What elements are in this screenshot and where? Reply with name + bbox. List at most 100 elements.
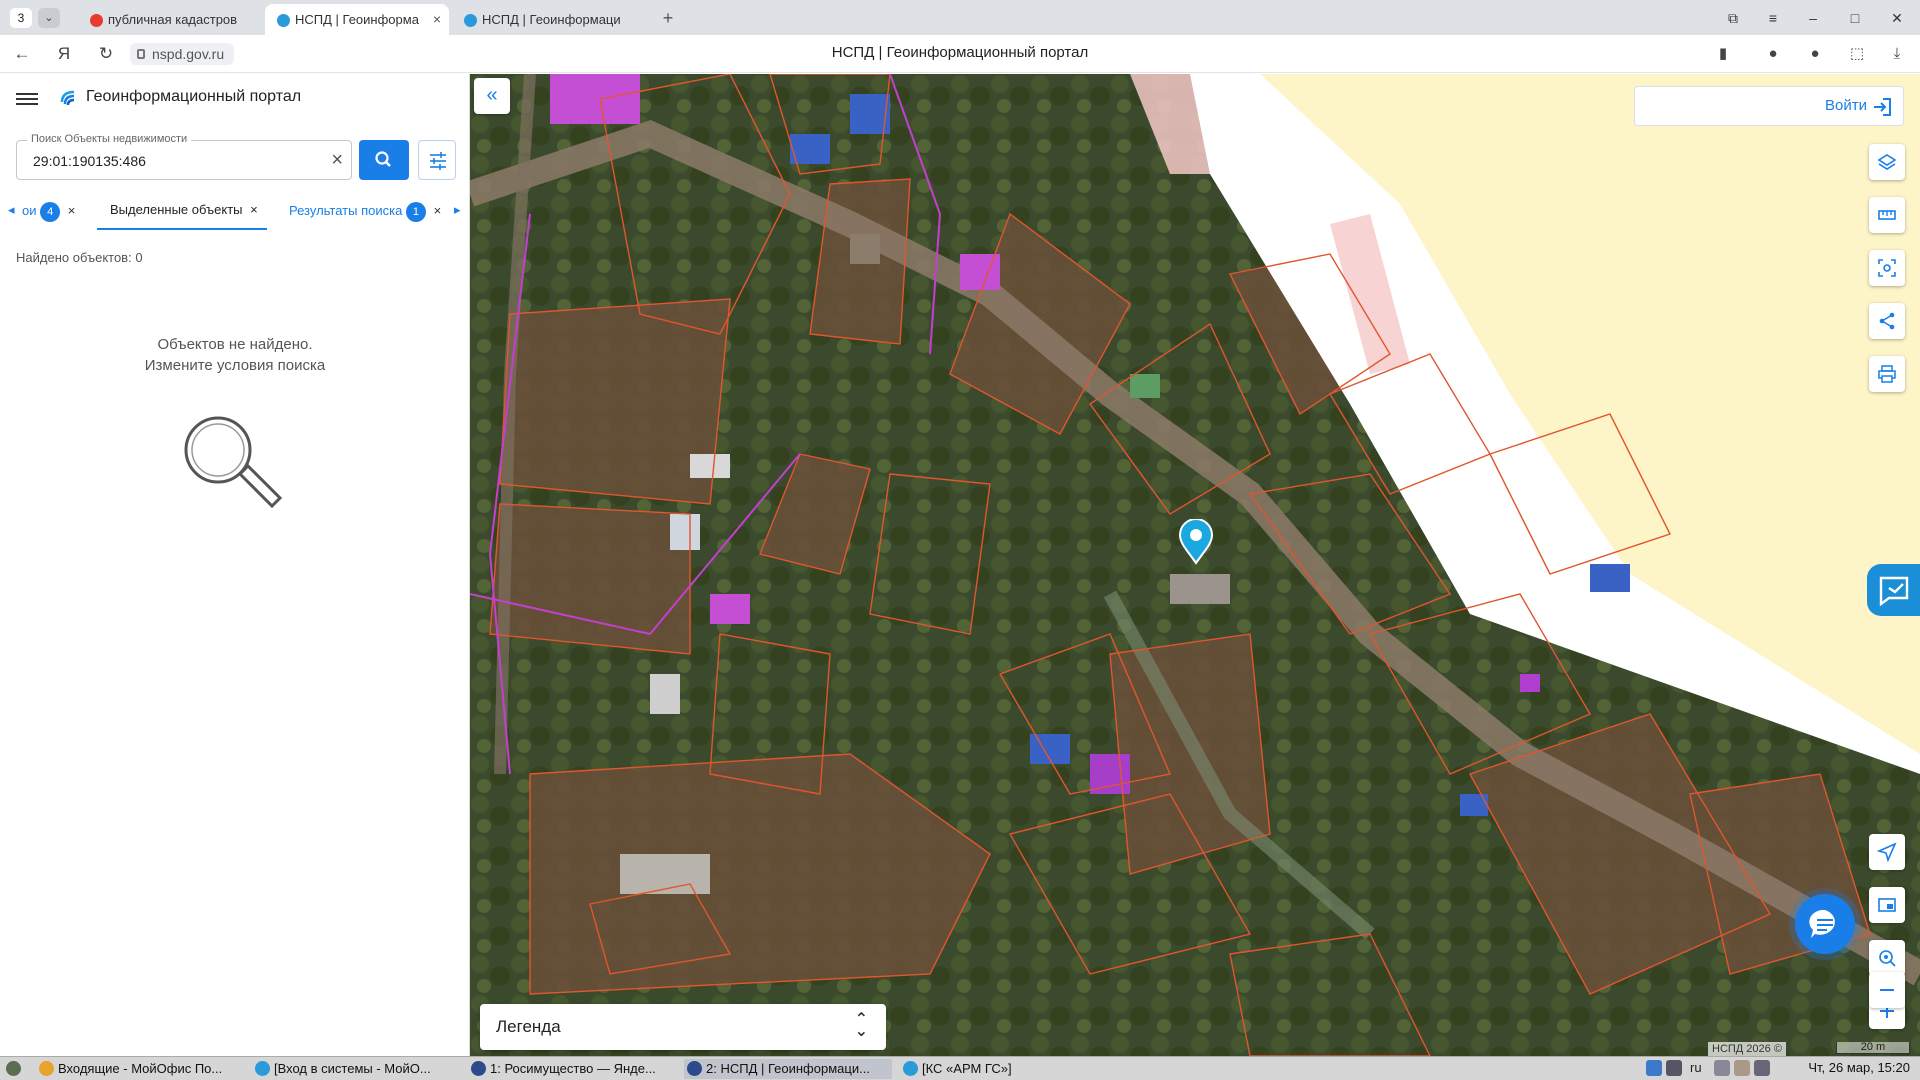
- zoom-out-button[interactable]: [1869, 972, 1905, 1008]
- taskbar-item-login[interactable]: [Вход в системы - МойО...: [252, 1059, 460, 1079]
- tab-search-results[interactable]: Результаты поиска 1 ×: [289, 202, 441, 222]
- browser-tab-3[interactable]: НСПД | Геоинформаци: [452, 4, 636, 35]
- share-icon: [1879, 312, 1895, 330]
- reload-icon[interactable]: ↻: [94, 43, 118, 65]
- zoom-out-icon: [1880, 989, 1894, 991]
- tab-layers[interactable]: ои 4 ×: [22, 202, 75, 222]
- back-icon[interactable]: ←: [10, 43, 34, 65]
- tab-label: Выделенные объекты: [110, 202, 243, 217]
- print-button[interactable]: [1869, 356, 1905, 392]
- locate-button[interactable]: [1869, 834, 1905, 870]
- search-input[interactable]: Поиск Объекты недвижимости 29:01:190135:…: [16, 133, 352, 180]
- portal-logo-icon: [60, 90, 75, 106]
- search-icon: [375, 151, 391, 167]
- bookmark-icon[interactable]: ▮: [1712, 44, 1734, 64]
- downloads-icon[interactable]: ⤓: [1886, 44, 1908, 64]
- nspd-favicon-icon: [277, 14, 290, 27]
- os-taskbar: Входящие - МойОфис По... [Вход в системы…: [0, 1056, 1920, 1080]
- extension-icon-1[interactable]: ●: [1762, 44, 1784, 64]
- tab-title: НСПД | Геоинформаци: [482, 12, 621, 27]
- filter-button[interactable]: [418, 140, 456, 180]
- map-view[interactable]: « Войти Легенда ⌃ ⌄ НСПД 2026 © 20 m: [470, 74, 1920, 1056]
- search-button[interactable]: [359, 140, 409, 180]
- menu-icon[interactable]: [16, 90, 38, 108]
- tab-close-icon[interactable]: ×: [433, 4, 441, 35]
- print-icon: [1878, 365, 1896, 383]
- tabs-scroll-right-icon[interactable]: ▸: [454, 202, 461, 218]
- scale-bar: 20 m: [1836, 1042, 1910, 1054]
- address-bar: ← Я ↻ nspd.gov.ru НСПД | Геоинформационн…: [0, 35, 1920, 73]
- bookmarks-panel-icon[interactable]: ⧉: [1720, 7, 1746, 29]
- clear-search-icon[interactable]: ×: [331, 149, 343, 171]
- url-text: nspd.gov.ru: [152, 46, 225, 62]
- satellite-map[interactable]: [470, 74, 1920, 1056]
- extension-icon-2[interactable]: ●: [1804, 44, 1826, 64]
- taskbar-item-browser-2[interactable]: 2: НСПД | Геоинформаци...: [684, 1059, 892, 1079]
- search-label: Поиск Объекты недвижимости: [27, 133, 192, 145]
- taskbar-item-arm[interactable]: [КС «АРМ ГС»]: [900, 1059, 1108, 1079]
- clipboard-icon[interactable]: [1734, 1060, 1750, 1076]
- nspd-favicon-icon: [464, 14, 477, 27]
- browser-tab-1[interactable]: публичная кадастров: [78, 4, 262, 35]
- location-pin-icon[interactable]: [1178, 519, 1214, 565]
- empty-line-2: Измените условия поиска: [144, 357, 326, 374]
- tab-close-icon[interactable]: ×: [68, 203, 76, 218]
- tab-label: ои: [22, 203, 37, 218]
- extensions-icon[interactable]: ⬚: [1846, 44, 1868, 64]
- taskbar-item-label: 1: Росимущество — Янде...: [490, 1061, 656, 1076]
- minimap-icon: [1878, 898, 1896, 912]
- login-label: Войти: [1825, 97, 1867, 114]
- tab-badge: 4: [40, 202, 61, 222]
- copyright: НСПД 2026 ©: [1708, 1042, 1786, 1056]
- taskbar-item-label: Входящие - МойОфис По...: [58, 1061, 223, 1076]
- tray-network-icon[interactable]: [1666, 1060, 1682, 1076]
- new-tab-button[interactable]: +: [656, 6, 680, 30]
- tab-count-badge[interactable]: 3: [10, 8, 32, 28]
- yandex-icon[interactable]: Я: [52, 43, 76, 65]
- login-icon: [1874, 98, 1891, 116]
- display-icon[interactable]: [1754, 1060, 1770, 1076]
- maximize-icon[interactable]: □: [1842, 7, 1868, 29]
- tab-close-icon[interactable]: ×: [434, 203, 442, 218]
- empty-message: Объектов не найдено. Измените условия по…: [0, 334, 470, 376]
- keyboard-layout[interactable]: ru: [1690, 1060, 1702, 1075]
- url-field[interactable]: nspd.gov.ru: [130, 43, 235, 65]
- measure-button[interactable]: [1869, 197, 1905, 233]
- sidebar: Геоинформационный портал Поиск Объекты н…: [0, 74, 470, 1056]
- start-menu-icon[interactable]: [2, 1059, 30, 1079]
- lock-icon: [137, 49, 145, 59]
- chat-icon: [1809, 909, 1835, 938]
- taskbar-item-mail[interactable]: Входящие - МойОфис По...: [36, 1059, 244, 1079]
- select-area-icon: [1878, 259, 1896, 277]
- layers-button[interactable]: [1869, 144, 1905, 180]
- share-button[interactable]: [1869, 303, 1905, 339]
- tab-close-icon[interactable]: ×: [250, 202, 258, 217]
- legend-dropdown[interactable]: Легенда ⌃ ⌄: [480, 1004, 886, 1050]
- tab-title: НСПД | Геоинформа: [295, 12, 419, 27]
- chat-button[interactable]: [1795, 894, 1855, 954]
- geo-search-button[interactable]: [1869, 940, 1905, 976]
- taskbar-item-browser-1[interactable]: 1: Росимущество — Янде...: [468, 1059, 676, 1079]
- tab-selected-objects[interactable]: Выделенные объекты ×: [110, 202, 258, 217]
- close-window-icon[interactable]: ✕: [1884, 7, 1910, 29]
- tab-title: публичная кадастров: [108, 12, 238, 27]
- login-button[interactable]: Войти: [1634, 86, 1904, 126]
- tab-list-dropdown-icon[interactable]: ⌄: [38, 8, 60, 28]
- collapse-sidebar-button[interactable]: «: [474, 78, 510, 114]
- assistant-tab[interactable]: [1867, 564, 1920, 616]
- filter-sliders-icon: [430, 152, 446, 170]
- volume-icon[interactable]: [1714, 1060, 1730, 1076]
- search-value[interactable]: 29:01:190135:486: [33, 153, 146, 169]
- tray-shield-icon[interactable]: [1646, 1060, 1662, 1076]
- yandex-favicon-icon: [90, 14, 103, 27]
- tabs-scroll-left-icon[interactable]: ◂: [8, 202, 15, 218]
- locate-icon: [1877, 842, 1897, 862]
- minimize-icon[interactable]: –: [1800, 7, 1826, 29]
- browser-tab-2[interactable]: НСПД | Геоинформа ×: [265, 4, 449, 35]
- minimap-button[interactable]: [1869, 887, 1905, 923]
- magnifier-illustration-icon: [184, 416, 283, 509]
- browser-menu-icon[interactable]: ≡: [1760, 7, 1786, 29]
- select-area-button[interactable]: [1869, 250, 1905, 286]
- clock[interactable]: Чт, 26 мар, 15:20: [1808, 1060, 1910, 1075]
- tab-label: Результаты поиска: [289, 203, 403, 218]
